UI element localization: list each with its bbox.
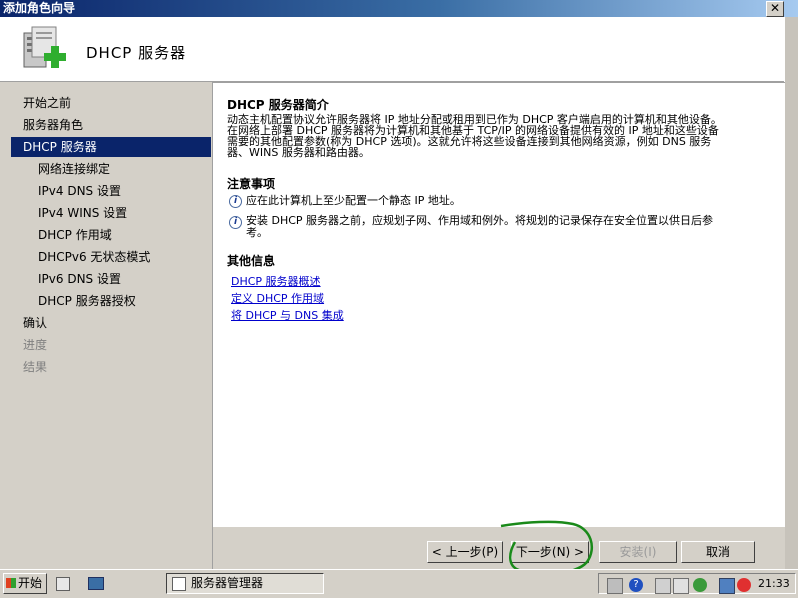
nav-item-dhcp-authorization[interactable]: DHCP 服务器授权 (11, 291, 211, 311)
security-shield-icon[interactable] (693, 578, 707, 592)
cancel-button[interactable]: 取消 (681, 541, 755, 563)
note-static-ip: 应在此计算机上至少配置一个静态 IP 地址。 (246, 194, 461, 207)
nav-item-dhcp-scopes[interactable]: DHCP 作用域 (11, 225, 211, 245)
wizard-nav: 开始之前 服务器角色 DHCP 服务器 网络连接绑定 IPv4 DNS 设置 I… (11, 82, 211, 569)
taskbar: 开始 服务器管理器 ? 21:33 (0, 569, 798, 598)
nav-item-before-you-begin[interactable]: 开始之前 (11, 93, 211, 113)
clock: 21:33 (758, 577, 790, 590)
taskbar-item-label: 服务器管理器 (191, 576, 264, 590)
previous-button[interactable]: < 上一步(P) (427, 541, 503, 563)
nav-item-dhcpv6-stateless[interactable]: DHCPv6 无状态模式 (11, 247, 211, 267)
nav-item-dhcp-server[interactable]: DHCP 服务器 (11, 137, 211, 157)
nav-item-server-roles[interactable]: 服务器角色 (11, 115, 211, 135)
network-icon[interactable] (719, 578, 735, 594)
server-manager-quicklaunch-icon[interactable] (56, 577, 70, 591)
install-button: 安装(I) (599, 541, 677, 563)
help-icon[interactable]: ? (629, 578, 643, 592)
vmware-icon[interactable] (673, 578, 689, 594)
server-add-icon (23, 26, 66, 68)
show-desktop-icon[interactable] (88, 577, 104, 590)
nav-item-results: 结果 (23, 360, 48, 374)
title-bar: 添加角色向导 ✕ (0, 0, 798, 17)
nav-item-ipv6-dns[interactable]: IPv6 DNS 设置 (11, 269, 211, 289)
link-dhcp-overview[interactable]: DHCP 服务器概述 (231, 273, 321, 289)
nav-item-confirmation[interactable]: 确认 (11, 313, 211, 333)
server-manager-icon (172, 577, 186, 591)
link-define-scopes[interactable]: 定义 DHCP 作用域 (231, 290, 324, 306)
info-icon: i (229, 216, 242, 229)
intro-heading: DHCP 服务器简介 (227, 98, 329, 112)
note-plan-subnets: 安装 DHCP 服务器之前，应规划子网、作用域和例外。将规划的记录保存在安全位置… (246, 214, 714, 227)
right-edge (784, 17, 798, 569)
page-title: DHCP 服务器 (86, 44, 187, 62)
notes-heading: 注意事项 (227, 177, 276, 191)
content-panel: DHCP 服务器简介 动态主机配置协议允许服务器将 IP 地址分配或租用到已作为… (212, 82, 785, 528)
nav-item-ipv4-wins[interactable]: IPv4 WINS 设置 (11, 203, 211, 223)
usb-icon[interactable] (655, 578, 671, 594)
intro-line: 器、WINS 服务器和路由器。 (227, 146, 370, 159)
taskbar-item-server-manager[interactable]: 服务器管理器 (166, 573, 324, 594)
info-icon: i (229, 195, 242, 208)
wizard-header: DHCP 服务器 (0, 17, 784, 82)
nav-item-network-binding[interactable]: 网络连接绑定 (11, 159, 211, 179)
more-info-heading: 其他信息 (227, 254, 276, 268)
close-button[interactable]: ✕ (766, 1, 784, 17)
window-title: 添加角色向导 (3, 1, 76, 15)
link-dhcp-dns-integration[interactable]: 将 DHCP 与 DNS 集成 (231, 307, 344, 323)
volume-muted-icon[interactable] (737, 578, 751, 592)
start-label: 开始 (18, 576, 43, 590)
nav-item-progress: 进度 (23, 338, 48, 352)
windows-flag-icon (6, 578, 16, 588)
start-button[interactable]: 开始 (3, 573, 47, 594)
note-plan-subnets-cont: 考。 (246, 226, 268, 239)
nav-item-ipv4-dns[interactable]: IPv4 DNS 设置 (11, 181, 211, 201)
keyboard-icon[interactable] (607, 578, 623, 594)
